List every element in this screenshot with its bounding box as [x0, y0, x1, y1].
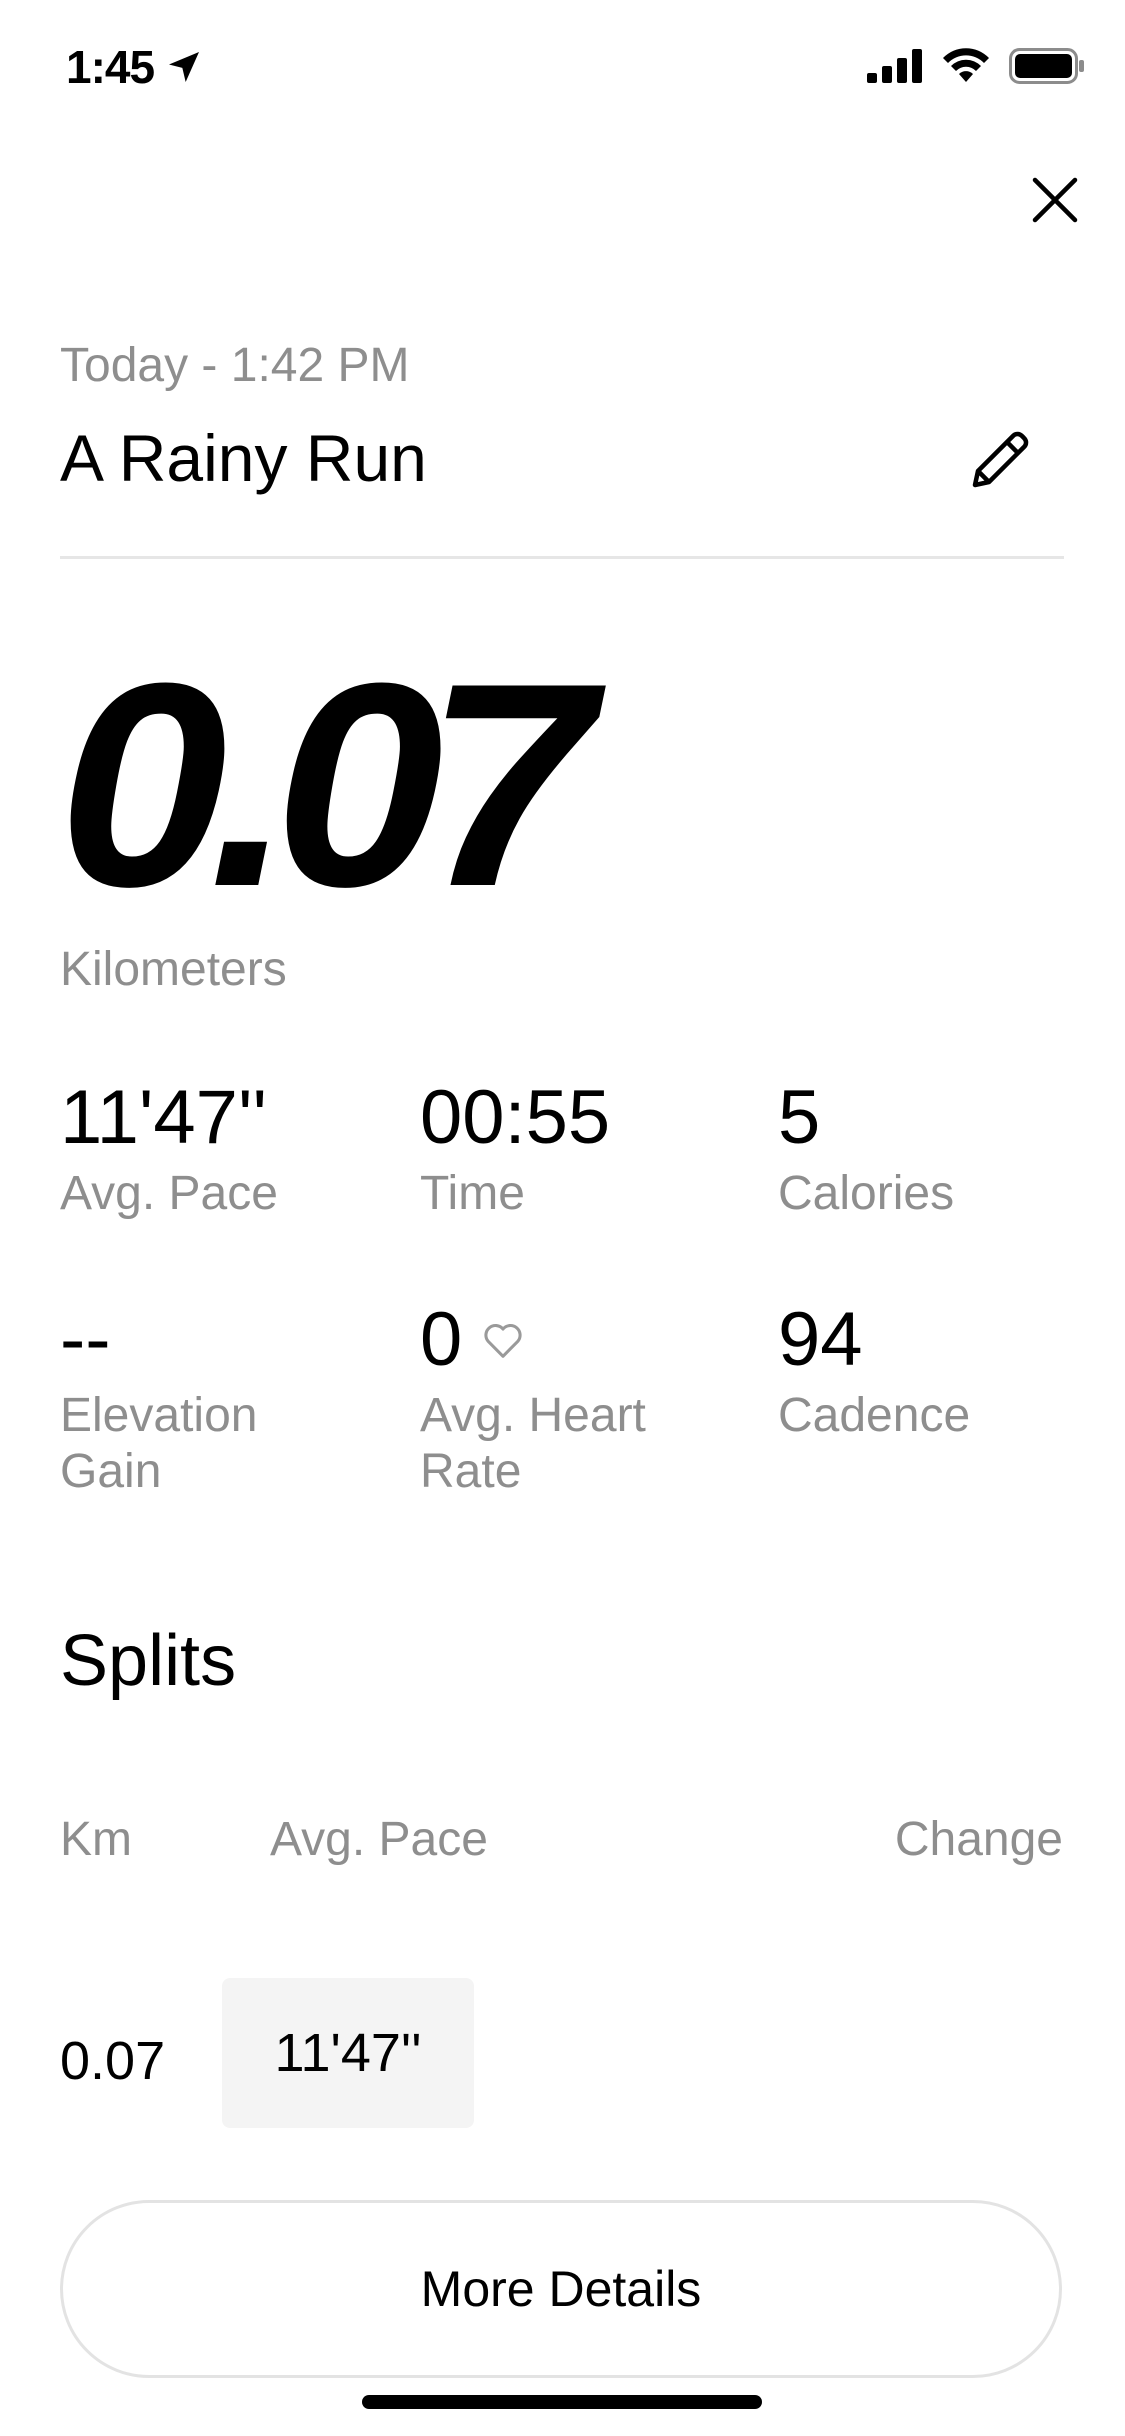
heart-rate-value: 0: [420, 1297, 463, 1382]
battery-icon: [1009, 48, 1084, 84]
split-row-pace-bar: 11'47'': [222, 1978, 474, 2128]
heart-rate-label: Avg. Heart Rate: [420, 1388, 750, 1500]
stat-calories: 5 Calories: [778, 1080, 1108, 1222]
cadence-value: 94: [778, 1297, 863, 1382]
splits-header-km: Km: [60, 1813, 132, 1866]
activity-title: A Rainy Run: [60, 421, 427, 495]
cadence-label: Cadence: [778, 1389, 971, 1442]
activity-summary-screen: 1:45 Today - 1:42 PM A Rainy Run 0.07 Ki…: [0, 0, 1125, 2436]
close-icon: [1032, 177, 1078, 223]
location-arrow-icon: [169, 52, 200, 82]
stat-cadence: 94 Cadence: [778, 1302, 1108, 1444]
stat-avg-pace: 11'47'' Avg. Pace: [60, 1080, 390, 1222]
splits-header-change: Change: [894, 1813, 1063, 1866]
calories-value: 5: [778, 1075, 821, 1160]
activity-date: Today - 1:42 PM: [60, 339, 410, 392]
wifi-icon: [943, 48, 989, 82]
stat-time: 00:55 Time: [420, 1080, 750, 1222]
status-indicators: [867, 48, 1085, 84]
cellular-signal-icon: [867, 49, 922, 83]
home-indicator: [362, 2395, 762, 2409]
elevation-gain-label-line2: Gain: [60, 1445, 162, 1498]
split-row-km: 0.07: [60, 2031, 166, 2091]
heart-rate-value-row: 0: [420, 1302, 750, 1378]
stat-elevation-gain: -- Elevation Gain: [60, 1302, 390, 1500]
elevation-gain-label: Elevation Gain: [60, 1388, 390, 1500]
more-details-button[interactable]: More Details: [60, 2200, 1062, 2378]
split-row-pace: 11'47'': [274, 2023, 422, 2083]
heart-rate-label-line1: Avg. Heart: [420, 1389, 646, 1442]
heart-icon: [484, 1324, 522, 1358]
distance-value: 0.07: [58, 623, 594, 947]
status-time-text: 1:45: [66, 41, 155, 93]
splits-title: Splits: [60, 1621, 237, 1701]
avg-pace-label: Avg. Pace: [60, 1167, 278, 1220]
avg-pace-value: 11'47'': [60, 1075, 267, 1160]
close-button[interactable]: [1020, 165, 1090, 235]
stat-avg-heart-rate: 0 Avg. Heart Rate: [420, 1302, 750, 1500]
heart-rate-label-line2: Rate: [420, 1445, 522, 1498]
status-time: 1:45: [66, 40, 204, 94]
time-label: Time: [420, 1167, 525, 1220]
distance-unit: Kilometers: [60, 943, 287, 996]
splits-header-avg-pace: Avg. Pace: [270, 1813, 488, 1866]
elevation-gain-label-line1: Elevation: [60, 1389, 258, 1442]
calories-label: Calories: [778, 1167, 955, 1220]
elevation-gain-value: --: [60, 1297, 111, 1382]
edit-title-button[interactable]: [960, 420, 1040, 500]
pencil-icon: [972, 431, 1029, 488]
more-details-label: More Details: [420, 2261, 702, 2317]
time-value: 00:55: [420, 1075, 611, 1160]
header-divider: [60, 556, 1064, 559]
